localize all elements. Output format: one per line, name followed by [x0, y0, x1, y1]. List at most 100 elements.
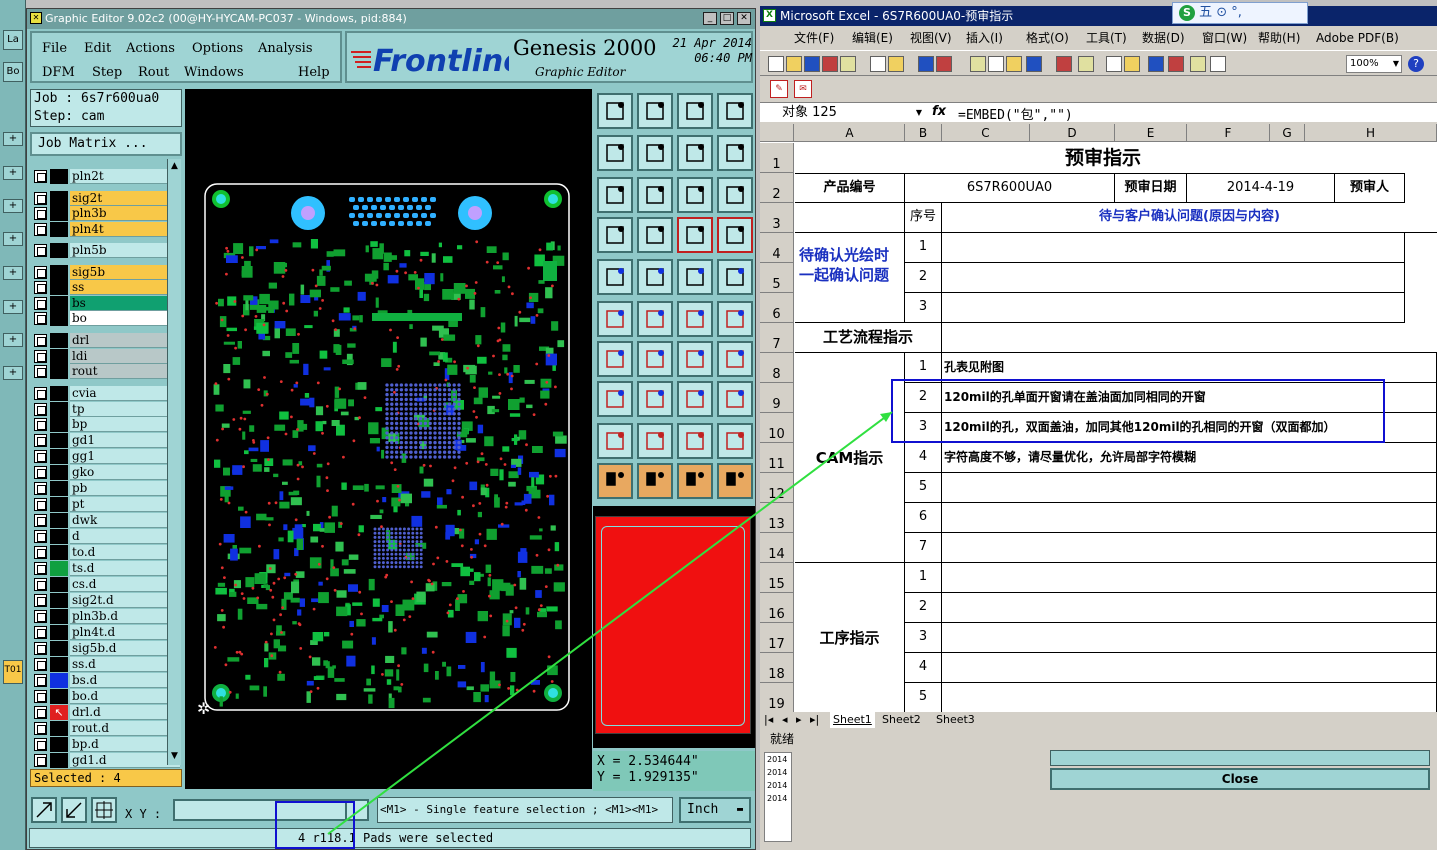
bga-ball[interactable]: [390, 421, 394, 426]
layer-checkbox[interactable]: [34, 365, 47, 378]
triangle-arrow-icon[interactable]: [717, 423, 753, 459]
via[interactable]: [279, 380, 283, 383]
smd-pad[interactable]: [508, 372, 513, 384]
bga-ball[interactable]: [394, 383, 399, 387]
via[interactable]: [281, 606, 284, 609]
smd-pad[interactable]: [336, 693, 347, 701]
layer-row[interactable]: gd1✐: [32, 433, 180, 448]
via[interactable]: [466, 366, 469, 370]
smd-pad[interactable]: [297, 609, 302, 616]
bga-ball[interactable]: [433, 392, 437, 397]
process-instruction-cell[interactable]: [942, 623, 1437, 653]
row-header[interactable]: 11: [760, 443, 794, 473]
layer-row[interactable]: bp: [32, 417, 180, 432]
smd-pad[interactable]: [295, 571, 305, 578]
smd-pad[interactable]: [435, 671, 439, 680]
bga-ball[interactable]: [433, 426, 437, 430]
bga-ball[interactable]: [411, 552, 415, 556]
smd-pad[interactable]: [343, 307, 350, 313]
bga-ball[interactable]: [418, 426, 423, 430]
expand-icon[interactable]: +: [3, 132, 23, 146]
layer-color-swatch[interactable]: [50, 333, 68, 348]
excel-menu-item[interactable]: 数据(D): [1142, 28, 1185, 48]
layer-name[interactable]: rout: [70, 364, 180, 379]
sheet-title[interactable]: 预审指示: [795, 143, 1437, 173]
layer-color-swatch[interactable]: [50, 243, 68, 258]
bga-ball[interactable]: [428, 455, 432, 459]
new-icon[interactable]: [768, 56, 784, 72]
layer-color-swatch[interactable]: [50, 609, 68, 624]
layer-row[interactable]: ldi: [32, 349, 180, 364]
measure-icon[interactable]: [597, 259, 633, 295]
smd-pad[interactable]: [336, 590, 347, 598]
via[interactable]: [436, 556, 440, 560]
bga-ball[interactable]: [419, 552, 423, 556]
layer-color-swatch[interactable]: [50, 449, 68, 464]
via[interactable]: [357, 533, 361, 537]
smd-pad[interactable]: [256, 322, 268, 334]
smd-pad[interactable]: [226, 327, 238, 332]
layer-row[interactable]: gko: [32, 465, 180, 480]
bga-ball[interactable]: [433, 388, 437, 392]
via[interactable]: [547, 548, 551, 552]
via[interactable]: [506, 372, 510, 376]
layer-row[interactable]: bp.d: [32, 737, 180, 752]
menu-analysis[interactable]: Analysis: [258, 41, 313, 56]
layer-row[interactable]: pln4t.d✐: [32, 625, 180, 640]
bga-ball[interactable]: [419, 548, 423, 552]
bga-ball[interactable]: [390, 416, 394, 421]
bga-ball[interactable]: [447, 421, 452, 426]
bga-ball[interactable]: [409, 426, 413, 430]
smd-pad[interactable]: [506, 647, 517, 658]
window-titlebar[interactable]: ✕ Graphic Editor 9.02c2 (00@HY-HYCAM-PC0…: [27, 9, 755, 29]
column-header[interactable]: E: [1115, 124, 1187, 142]
save-icon[interactable]: [804, 56, 820, 72]
layer-row[interactable]: pln3b✐: [32, 206, 180, 221]
bga-ball[interactable]: [442, 440, 447, 445]
layer-name[interactable]: pln3b.d: [70, 609, 180, 624]
bga-ball[interactable]: [394, 540, 398, 544]
cam-instruction-cell[interactable]: 120mil的孔单面开窗请在盖油面加同相同的开窗: [942, 383, 1437, 413]
via[interactable]: [274, 501, 278, 505]
smd-pad[interactable]: [511, 438, 519, 442]
smd-pad[interactable]: [230, 548, 238, 561]
connector-pin[interactable]: [430, 213, 436, 218]
smd-pad[interactable]: [245, 300, 249, 311]
bga-ball[interactable]: [438, 431, 442, 435]
layer-name[interactable]: pt: [70, 497, 180, 512]
seq-number[interactable]: 2: [905, 593, 942, 623]
smd-pad[interactable]: [385, 655, 395, 663]
bga-ball[interactable]: [438, 436, 442, 440]
seq-header[interactable]: 序号: [905, 203, 942, 233]
via[interactable]: [218, 542, 222, 546]
bga-ball[interactable]: [411, 548, 415, 552]
excel-menu-item[interactable]: 视图(V): [910, 28, 952, 48]
connector-pin[interactable]: [353, 221, 359, 226]
smd-pad[interactable]: [352, 485, 364, 490]
via[interactable]: [270, 654, 274, 658]
bga-ball[interactable]: [381, 535, 385, 539]
bga-ball[interactable]: [402, 565, 406, 569]
smd-pad[interactable]: [227, 657, 240, 662]
layer-checkbox[interactable]: [34, 281, 47, 294]
smd-pad[interactable]: [553, 582, 565, 592]
bga-ball[interactable]: [452, 416, 456, 421]
smd-pad[interactable]: [491, 409, 500, 413]
smd-pad[interactable]: [238, 506, 244, 511]
via[interactable]: [220, 609, 224, 612]
seq-number[interactable]: 2: [905, 263, 942, 293]
shape-icon[interactable]: [637, 259, 673, 295]
via[interactable]: [258, 544, 261, 548]
tab-nav-first-icon[interactable]: |◂: [764, 712, 773, 728]
expand-icon[interactable]: +: [3, 300, 23, 314]
smd-pad[interactable]: [502, 354, 508, 361]
bga-ball[interactable]: [394, 392, 399, 397]
via[interactable]: [321, 299, 324, 302]
smd-pad[interactable]: [324, 632, 330, 637]
via[interactable]: [513, 583, 517, 587]
layer-color-swatch[interactable]: [50, 625, 68, 640]
bga-ball[interactable]: [381, 565, 385, 569]
bga-ball[interactable]: [423, 416, 428, 421]
fit-icon[interactable]: [597, 177, 633, 213]
excel-menu-item[interactable]: 文件(F): [794, 28, 834, 48]
